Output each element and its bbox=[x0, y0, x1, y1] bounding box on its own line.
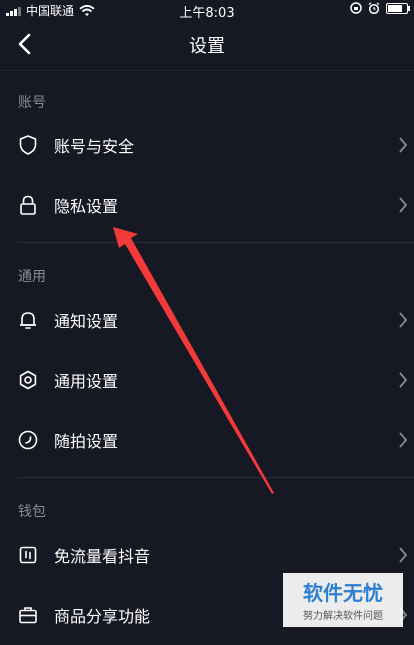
chevron-right-icon bbox=[399, 312, 408, 328]
settings-item-capture[interactable]: 随拍设置 bbox=[0, 410, 414, 470]
nav-divider bbox=[0, 70, 414, 71]
lock-icon bbox=[20, 195, 36, 215]
settings-item-notifications[interactable]: 通知设置 bbox=[0, 290, 414, 350]
settings-item-account-security[interactable]: 账号与安全 bbox=[0, 115, 414, 175]
settings-item-label: 免流量看抖音 bbox=[54, 547, 151, 566]
settings-item-label: 账号与安全 bbox=[54, 137, 135, 156]
section-divider bbox=[18, 477, 414, 478]
settings-item-label: 通用设置 bbox=[54, 372, 119, 391]
chevron-right-icon bbox=[399, 372, 408, 388]
chevron-right-icon bbox=[399, 547, 408, 563]
chevron-right-icon bbox=[399, 197, 408, 213]
page-title: 设置 bbox=[189, 36, 225, 57]
rotation-lock-icon bbox=[350, 2, 362, 14]
settings-item-label: 商品分享功能 bbox=[54, 607, 151, 626]
chevron-right-icon bbox=[399, 137, 408, 153]
section-title-general: 通用 bbox=[18, 269, 46, 285]
chevron-right-icon bbox=[399, 432, 408, 448]
shield-icon bbox=[19, 135, 37, 155]
settings-item-label: 随拍设置 bbox=[54, 432, 119, 451]
settings-item-label: 隐私设置 bbox=[54, 197, 119, 216]
section-title-wallet: 钱包 bbox=[18, 504, 46, 520]
watermark-title: 软件无忧 bbox=[303, 581, 383, 605]
section-divider bbox=[18, 242, 414, 243]
settings-item-privacy[interactable]: 隐私设置 bbox=[0, 175, 414, 235]
bell-icon bbox=[20, 312, 36, 329]
gear-icon bbox=[19, 370, 37, 390]
data-card-icon bbox=[19, 546, 37, 564]
nav-bar: 设置 bbox=[0, 20, 414, 70]
status-bar: 中国联通 上午8:03 bbox=[0, 0, 414, 21]
clock-circle-icon bbox=[18, 430, 38, 450]
settings-item-general[interactable]: 通用设置 bbox=[0, 350, 414, 410]
watermark-logo: 软件无忧 努力解决软件问题 bbox=[283, 573, 403, 627]
briefcase-icon bbox=[19, 607, 37, 624]
alarm-icon bbox=[368, 2, 380, 14]
section-title-account: 账号 bbox=[18, 95, 46, 111]
settings-item-label: 通知设置 bbox=[54, 312, 119, 331]
watermark-subtitle: 努力解决软件问题 bbox=[303, 611, 383, 622]
battery-icon bbox=[386, 2, 410, 14]
